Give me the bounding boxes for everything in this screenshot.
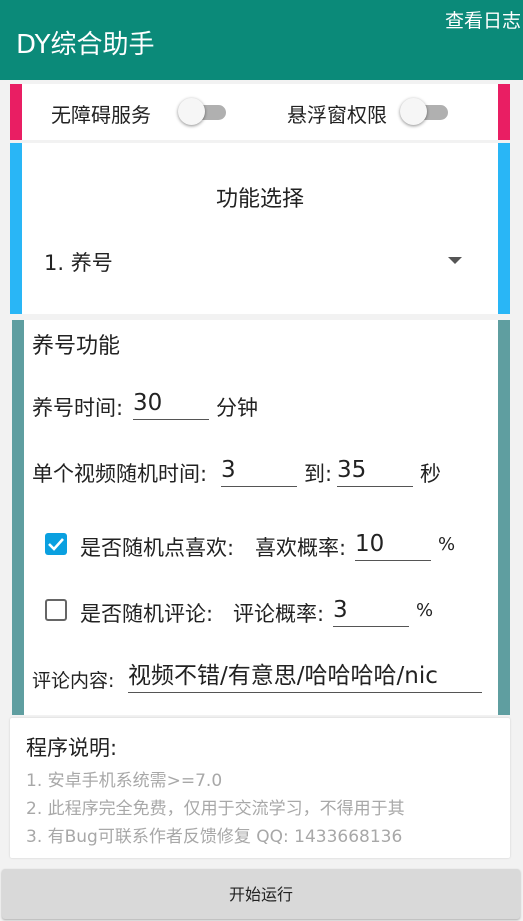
app-title: DY综合助手 — [16, 30, 155, 60]
comment-rate-input[interactable]: 3 — [333, 594, 409, 627]
switch-thumb — [178, 98, 205, 125]
function-select-title: 功能选择 — [215, 187, 304, 212]
comment-checkbox[interactable] — [45, 599, 67, 621]
function-dropdown[interactable]: 1. 养号 — [44, 247, 113, 277]
like-rate-unit: % — [438, 534, 456, 555]
function-select-panel: 功能选择 1. 养号 — [10, 143, 510, 314]
like-rate-label: 喜欢概率: — [255, 536, 347, 560]
video-time-to-label: 到: — [304, 462, 333, 486]
duration-input[interactable]: 30 — [133, 387, 209, 420]
duration-unit: 分钟 — [216, 396, 258, 420]
comment-rate-unit: % — [416, 600, 434, 621]
video-time-max-input[interactable]: 35 — [337, 454, 413, 487]
start-button[interactable]: 开始运行 — [2, 869, 520, 919]
comment-label: 是否随机评论: — [80, 602, 214, 626]
like-rate-input[interactable]: 10 — [355, 528, 431, 561]
accessibility-service-label: 无障碍服务 — [51, 103, 151, 127]
description-panel: 程序说明: 1. 安卓手机系统需>=7.0 2. 此程序完全免费，仅用于交流学习… — [10, 718, 510, 858]
app-bar: DY综合助手 查看日志 — [0, 0, 523, 80]
settings-panel: 养号功能 养号时间: 30 分钟 单个视频随机时间: 3 到: 35 秒 是否随… — [12, 320, 510, 715]
view-log-button[interactable]: 查看日志 — [445, 6, 521, 33]
comment-content-input[interactable]: 视频不错/有意思/哈哈哈哈/nic — [128, 660, 482, 693]
overlay-permission-switch[interactable] — [400, 98, 450, 126]
accessibility-service-switch[interactable] — [178, 98, 228, 126]
description-line: 3. 有Bug可联系作者反馈修复 QQ: 1433668136 — [26, 827, 403, 847]
video-time-min-input[interactable]: 3 — [221, 454, 297, 487]
switch-thumb — [400, 98, 427, 125]
settings-title: 养号功能 — [32, 334, 121, 359]
description-line: 2. 此程序完全免费，仅用于交流学习，不得用于其 — [26, 799, 405, 819]
permissions-panel: 无障碍服务 悬浮窗权限 — [10, 84, 510, 140]
overlay-permission-label: 悬浮窗权限 — [287, 103, 387, 127]
video-time-label: 单个视频随机时间: — [32, 462, 208, 486]
duration-label: 养号时间: — [32, 396, 124, 420]
description-title: 程序说明: — [26, 736, 118, 760]
like-label: 是否随机点喜欢: — [80, 536, 235, 560]
check-icon — [48, 538, 64, 551]
like-checkbox[interactable] — [45, 533, 67, 555]
video-time-unit: 秒 — [420, 462, 441, 486]
comment-content-label: 评论内容: — [32, 670, 115, 692]
comment-rate-label: 评论概率: — [233, 602, 325, 626]
dropdown-arrow-icon[interactable] — [448, 257, 462, 264]
description-line: 1. 安卓手机系统需>=7.0 — [26, 771, 223, 791]
